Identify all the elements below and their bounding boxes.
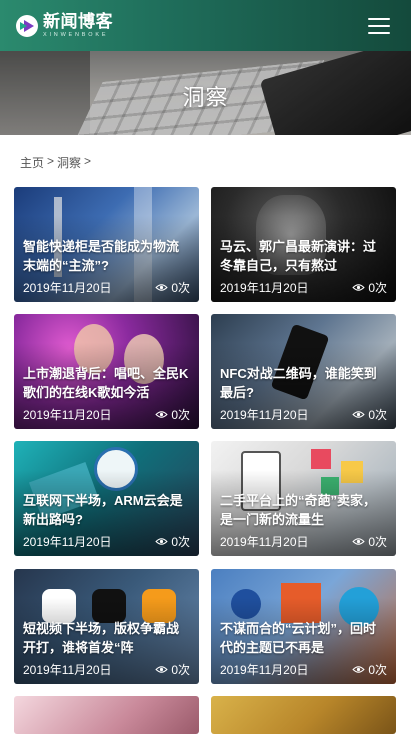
logo-title: 新闻博客 bbox=[43, 11, 113, 32]
eye-icon bbox=[155, 284, 168, 291]
article-card[interactable] bbox=[211, 696, 396, 734]
breadcrumb-current-link[interactable]: 洞察 bbox=[57, 154, 81, 171]
eye-icon bbox=[352, 411, 365, 418]
breadcrumb-separator: > bbox=[47, 154, 55, 168]
article-card[interactable]: 短视频下半场，版权争霸战开打，谁将首发“阵 2019年11月20日 0次 bbox=[14, 569, 199, 684]
article-views: 0次 bbox=[368, 408, 387, 422]
article-date: 2019年11月20日 bbox=[23, 535, 112, 549]
article-card[interactable]: 智能快递柜是否能成为物流末端的“主流”? 2019年11月20日 0次 bbox=[14, 187, 199, 302]
article-card[interactable]: 不谋而合的“云计划”，回时代的主题已不再是 2019年11月20日 0次 bbox=[211, 569, 396, 684]
article-title[interactable]: 不谋而合的“云计划”，回时代的主题已不再是 bbox=[220, 619, 388, 657]
article-date: 2019年11月20日 bbox=[23, 408, 112, 422]
article-card[interactable]: 马云、郭广昌最新演讲：过冬靠自己，只有熬过 2019年11月20日 0次 bbox=[211, 187, 396, 302]
article-title[interactable]: 上市潮退背后：唱吧、全民K歌们的在线K歌如今活 bbox=[23, 364, 191, 402]
article-views: 0次 bbox=[368, 663, 387, 677]
article-views: 0次 bbox=[171, 535, 190, 549]
article-date: 2019年11月20日 bbox=[220, 535, 309, 549]
article-title[interactable]: NFC对战二维码，谁能笑到最后? bbox=[220, 364, 388, 402]
article-views: 0次 bbox=[171, 408, 190, 422]
article-views: 0次 bbox=[171, 281, 190, 295]
article-card[interactable] bbox=[14, 696, 199, 734]
article-date: 2019年11月20日 bbox=[220, 408, 309, 422]
eye-icon bbox=[352, 284, 365, 291]
article-views: 0次 bbox=[171, 663, 190, 677]
eye-icon bbox=[155, 666, 168, 673]
article-card[interactable]: NFC对战二维码，谁能笑到最后? 2019年11月20日 0次 bbox=[211, 314, 396, 429]
hamburger-menu-icon[interactable] bbox=[368, 17, 390, 34]
article-card[interactable]: 二手平台上的“奇葩”卖家，是一门新的流量生 2019年11月20日 0次 bbox=[211, 441, 396, 556]
article-title[interactable]: 二手平台上的“奇葩”卖家，是一门新的流量生 bbox=[220, 491, 388, 529]
article-title[interactable]: 马云、郭广昌最新演讲：过冬靠自己，只有熬过 bbox=[220, 237, 388, 275]
top-header: 新闻博客 XINWENBOKE bbox=[0, 0, 411, 51]
breadcrumb-separator: > bbox=[84, 154, 92, 168]
banner-title: 洞察 bbox=[182, 85, 229, 110]
site-logo[interactable]: 新闻博客 XINWENBOKE bbox=[15, 11, 113, 39]
article-title[interactable]: 互联网下半场，ARM云会是新出路吗? bbox=[23, 491, 191, 529]
article-views: 0次 bbox=[368, 535, 387, 549]
breadcrumb: 主页 > 洞察 > bbox=[20, 154, 91, 171]
article-date: 2019年11月20日 bbox=[220, 663, 309, 677]
article-date: 2019年11月20日 bbox=[23, 663, 112, 677]
article-title[interactable]: 短视频下半场，版权争霸战开打，谁将首发“阵 bbox=[23, 619, 191, 657]
eye-icon bbox=[352, 666, 365, 673]
article-title[interactable]: 智能快递柜是否能成为物流末端的“主流”? bbox=[23, 237, 191, 275]
logo-subtitle: XINWENBOKE bbox=[43, 31, 109, 38]
article-date: 2019年11月20日 bbox=[220, 281, 309, 295]
article-card[interactable]: 互联网下半场，ARM云会是新出路吗? 2019年11月20日 0次 bbox=[14, 441, 199, 556]
article-date: 2019年11月20日 bbox=[23, 281, 112, 295]
play-logo-icon bbox=[16, 14, 38, 37]
eye-icon bbox=[155, 538, 168, 545]
breadcrumb-home-link[interactable]: 主页 bbox=[20, 154, 44, 171]
eye-icon bbox=[155, 411, 168, 418]
article-views: 0次 bbox=[368, 281, 387, 295]
article-card[interactable]: 上市潮退背后：唱吧、全民K歌们的在线K歌如今活 2019年11月20日 0次 bbox=[14, 314, 199, 429]
eye-icon bbox=[352, 538, 365, 545]
